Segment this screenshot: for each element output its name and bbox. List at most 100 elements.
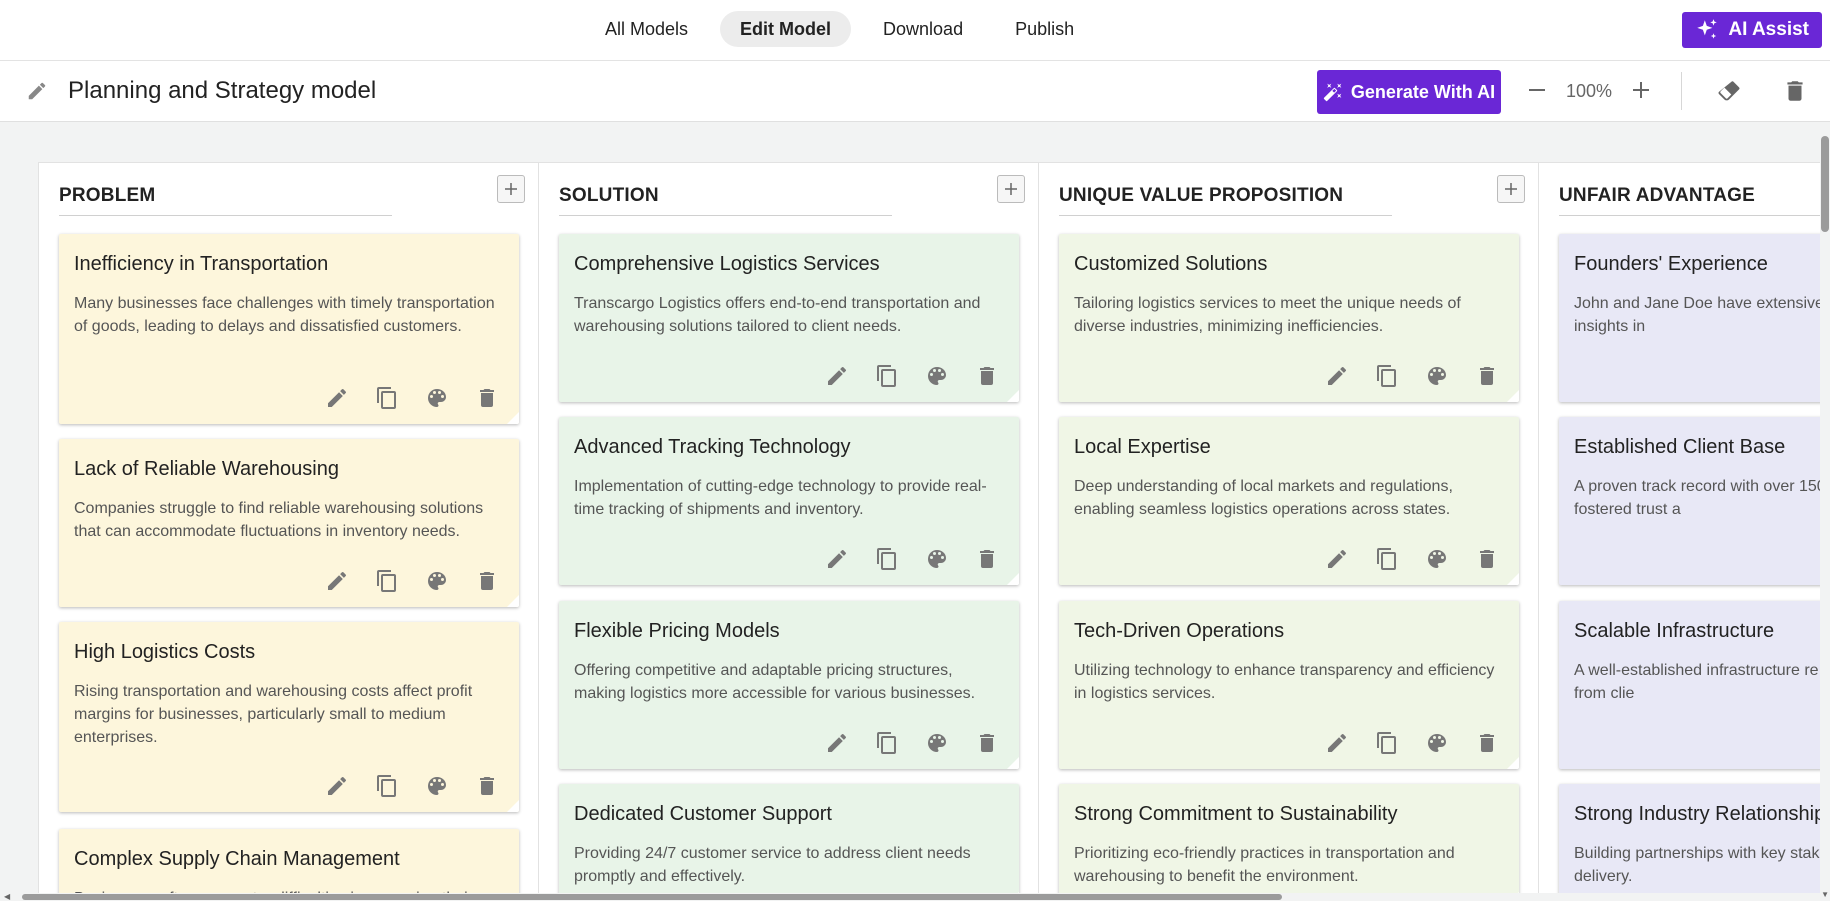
lean-canvas-board: PROBLEM Inefficiency in Transportation M… [38, 162, 1830, 901]
card[interactable]: Dedicated Customer Support Providing 24/… [559, 784, 1019, 901]
edit-pencil-icon[interactable] [825, 547, 849, 571]
nav-tabs: All Models Edit Model Download Publish [585, 11, 1094, 47]
card-description: John and Jane Doe have extensive providi… [1574, 295, 1830, 335]
scroll-left-arrow-icon[interactable]: ◀ [4, 892, 10, 901]
edit-pencil-icon[interactable] [825, 364, 849, 388]
duplicate-copy-icon[interactable] [1375, 547, 1399, 571]
color-palette-icon[interactable] [1425, 731, 1449, 755]
color-palette-icon[interactable] [925, 364, 949, 388]
add-card-plus-icon[interactable] [497, 175, 525, 203]
delete-trash-icon[interactable] [475, 774, 499, 798]
card-actions [325, 386, 499, 410]
color-palette-icon[interactable] [925, 731, 949, 755]
delete-trash-icon[interactable] [475, 386, 499, 410]
delete-trash-icon[interactable] [1475, 731, 1499, 755]
color-palette-icon[interactable] [925, 547, 949, 571]
edit-pencil-icon[interactable] [325, 386, 349, 410]
color-palette-icon[interactable] [1425, 547, 1449, 571]
duplicate-copy-icon[interactable] [875, 547, 899, 571]
card[interactable]: High Logistics Costs Rising transportati… [59, 622, 519, 812]
zoom-in-plus-icon[interactable] [1629, 78, 1653, 102]
card-description: Implementation of cutting-edge technolog… [574, 478, 987, 518]
card[interactable]: Complex Supply Chain Management Business… [59, 829, 519, 901]
card[interactable]: Established Client Base A proven track r… [1559, 417, 1830, 585]
card-actions [1325, 547, 1499, 571]
horizontal-scrollbar[interactable]: ◀ [0, 892, 1830, 901]
color-palette-icon[interactable] [425, 386, 449, 410]
sparkle-icon [1694, 17, 1720, 43]
card-actions [825, 364, 999, 388]
duplicate-copy-icon[interactable] [1375, 364, 1399, 388]
duplicate-copy-icon[interactable] [1375, 731, 1399, 755]
ai-assist-label: AI Assist [1728, 19, 1809, 40]
card[interactable]: Advanced Tracking Technology Implementat… [559, 417, 1019, 585]
edit-title-pencil-icon[interactable] [26, 80, 48, 102]
card-title: Local Expertise [1074, 436, 1211, 458]
card[interactable]: Inefficiency in Transportation Many busi… [59, 234, 519, 424]
delete-trash-icon[interactable] [475, 569, 499, 593]
delete-trash-icon[interactable] [975, 364, 999, 388]
card-title: Scalable Infrastructure [1574, 620, 1775, 642]
duplicate-copy-icon[interactable] [375, 386, 399, 410]
tab-all-models[interactable]: All Models [585, 11, 708, 47]
color-palette-icon[interactable] [425, 569, 449, 593]
duplicate-copy-icon[interactable] [875, 731, 899, 755]
duplicate-copy-icon[interactable] [375, 569, 399, 593]
card[interactable]: Lack of Reliable Warehousing Companies s… [59, 439, 519, 607]
vertical-scrollbar[interactable]: ▼ [1820, 122, 1830, 901]
vertical-scroll-thumb[interactable] [1821, 136, 1829, 232]
edit-pencil-icon[interactable] [325, 569, 349, 593]
card-description: Many businesses face challenges with tim… [74, 295, 495, 335]
card-title: Advanced Tracking Technology [574, 436, 851, 458]
card-title: Founders' Experience [1574, 253, 1768, 275]
duplicate-copy-icon[interactable] [875, 364, 899, 388]
card[interactable]: Flexible Pricing Models Offering competi… [559, 601, 1019, 769]
card-title: Strong Industry Relationship [1574, 803, 1826, 825]
ai-assist-button[interactable]: AI Assist [1682, 12, 1822, 48]
add-card-plus-icon[interactable] [1497, 175, 1525, 203]
card-description: A well-established infrastructure re wit… [1574, 662, 1830, 702]
scroll-down-arrow-icon[interactable]: ▼ [1821, 890, 1829, 899]
eraser-icon[interactable] [1716, 78, 1742, 104]
delete-model-trash-icon[interactable] [1782, 78, 1808, 104]
tab-edit-model[interactable]: Edit Model [720, 11, 852, 47]
edit-pencil-icon[interactable] [825, 731, 849, 755]
edit-pencil-icon[interactable] [1325, 364, 1349, 388]
delete-trash-icon[interactable] [975, 547, 999, 571]
card-description: Prioritizing eco-friendly practices in t… [1074, 845, 1455, 885]
delete-trash-icon[interactable] [1475, 364, 1499, 388]
card-title: Complex Supply Chain Management [74, 848, 400, 870]
tab-publish[interactable]: Publish [995, 11, 1094, 47]
card[interactable]: Tech-Driven Operations Utilizing technol… [1059, 601, 1519, 769]
column-unfair-advantage: UNFAIR ADVANTAGE Founders' Experience Jo… [1539, 163, 1830, 901]
add-card-plus-icon[interactable] [997, 175, 1025, 203]
canvas: PROBLEM Inefficiency in Transportation M… [0, 122, 1830, 901]
tab-download[interactable]: Download [863, 11, 983, 47]
card-title: Strong Commitment to Sustainability [1074, 803, 1398, 825]
card[interactable]: Comprehensive Logistics Services Transca… [559, 234, 1019, 402]
card[interactable]: Strong Commitment to Sustainability Prio… [1059, 784, 1519, 901]
edit-pencil-icon[interactable] [325, 774, 349, 798]
column-heading: PROBLEM [59, 185, 392, 216]
zoom-out-minus-icon[interactable] [1525, 78, 1549, 102]
delete-trash-icon[interactable] [1475, 547, 1499, 571]
card[interactable]: Local Expertise Deep understanding of lo… [1059, 417, 1519, 585]
card[interactable]: Strong Industry Relationship Building pa… [1559, 784, 1830, 901]
card-title: Customized Solutions [1074, 253, 1268, 275]
card[interactable]: Customized Solutions Tailoring logistics… [1059, 234, 1519, 402]
color-palette-icon[interactable] [1425, 364, 1449, 388]
card-description: Deep understanding of local markets and … [1074, 478, 1453, 518]
card-description: Companies struggle to find reliable ware… [74, 500, 484, 540]
delete-trash-icon[interactable] [975, 731, 999, 755]
card-description: Transcargo Logistics offers end-to-end t… [574, 295, 981, 335]
model-title[interactable]: Planning and Strategy model [68, 77, 376, 105]
card[interactable]: Founders' Experience John and Jane Doe h… [1559, 234, 1830, 402]
generate-with-ai-button[interactable]: Generate With AI [1317, 70, 1501, 114]
color-palette-icon[interactable] [425, 774, 449, 798]
edit-pencil-icon[interactable] [1325, 547, 1349, 571]
card-title: Inefficiency in Transportation [74, 253, 329, 275]
card[interactable]: Scalable Infrastructure A well-establish… [1559, 601, 1830, 769]
horizontal-scroll-thumb[interactable] [22, 894, 1282, 900]
duplicate-copy-icon[interactable] [375, 774, 399, 798]
edit-pencil-icon[interactable] [1325, 731, 1349, 755]
